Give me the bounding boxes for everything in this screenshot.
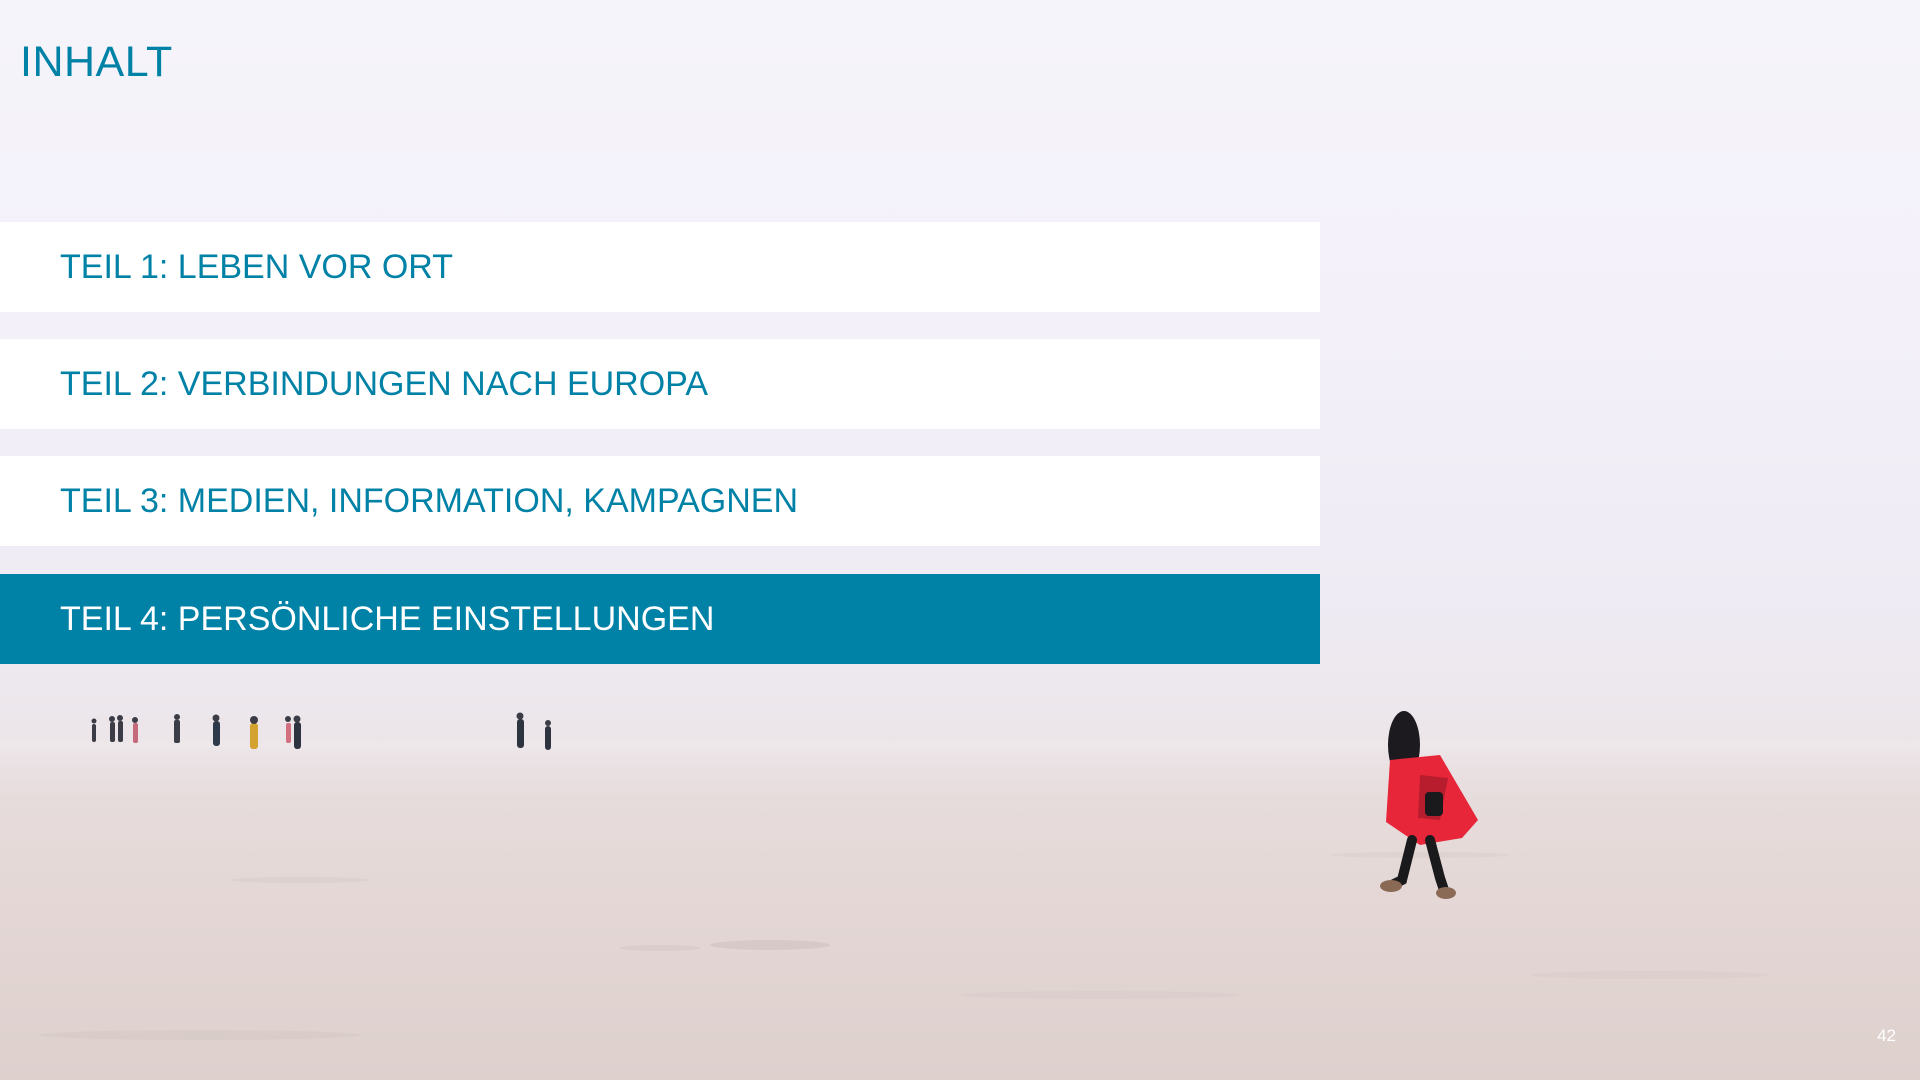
page-number: 42 [1877,1026,1896,1045]
agenda-item-teil-3[interactable]: TEIL 3: MEDIEN, INFORMATION, KAMPAGNEN [0,456,1320,546]
page-title: INHALT [20,38,173,86]
slide: INHALT TEIL 1: LEBEN VOR ORT TEIL 2: VER… [0,0,1920,1080]
agenda-item-teil-1[interactable]: TEIL 1: LEBEN VOR ORT [0,222,1320,312]
agenda-item-teil-4[interactable]: TEIL 4: PERSÖNLICHE EINSTELLUNGEN [0,574,1320,664]
agenda-item-teil-2[interactable]: TEIL 2: VERBINDUNGEN NACH EUROPA [0,339,1320,429]
walker [1380,711,1478,899]
